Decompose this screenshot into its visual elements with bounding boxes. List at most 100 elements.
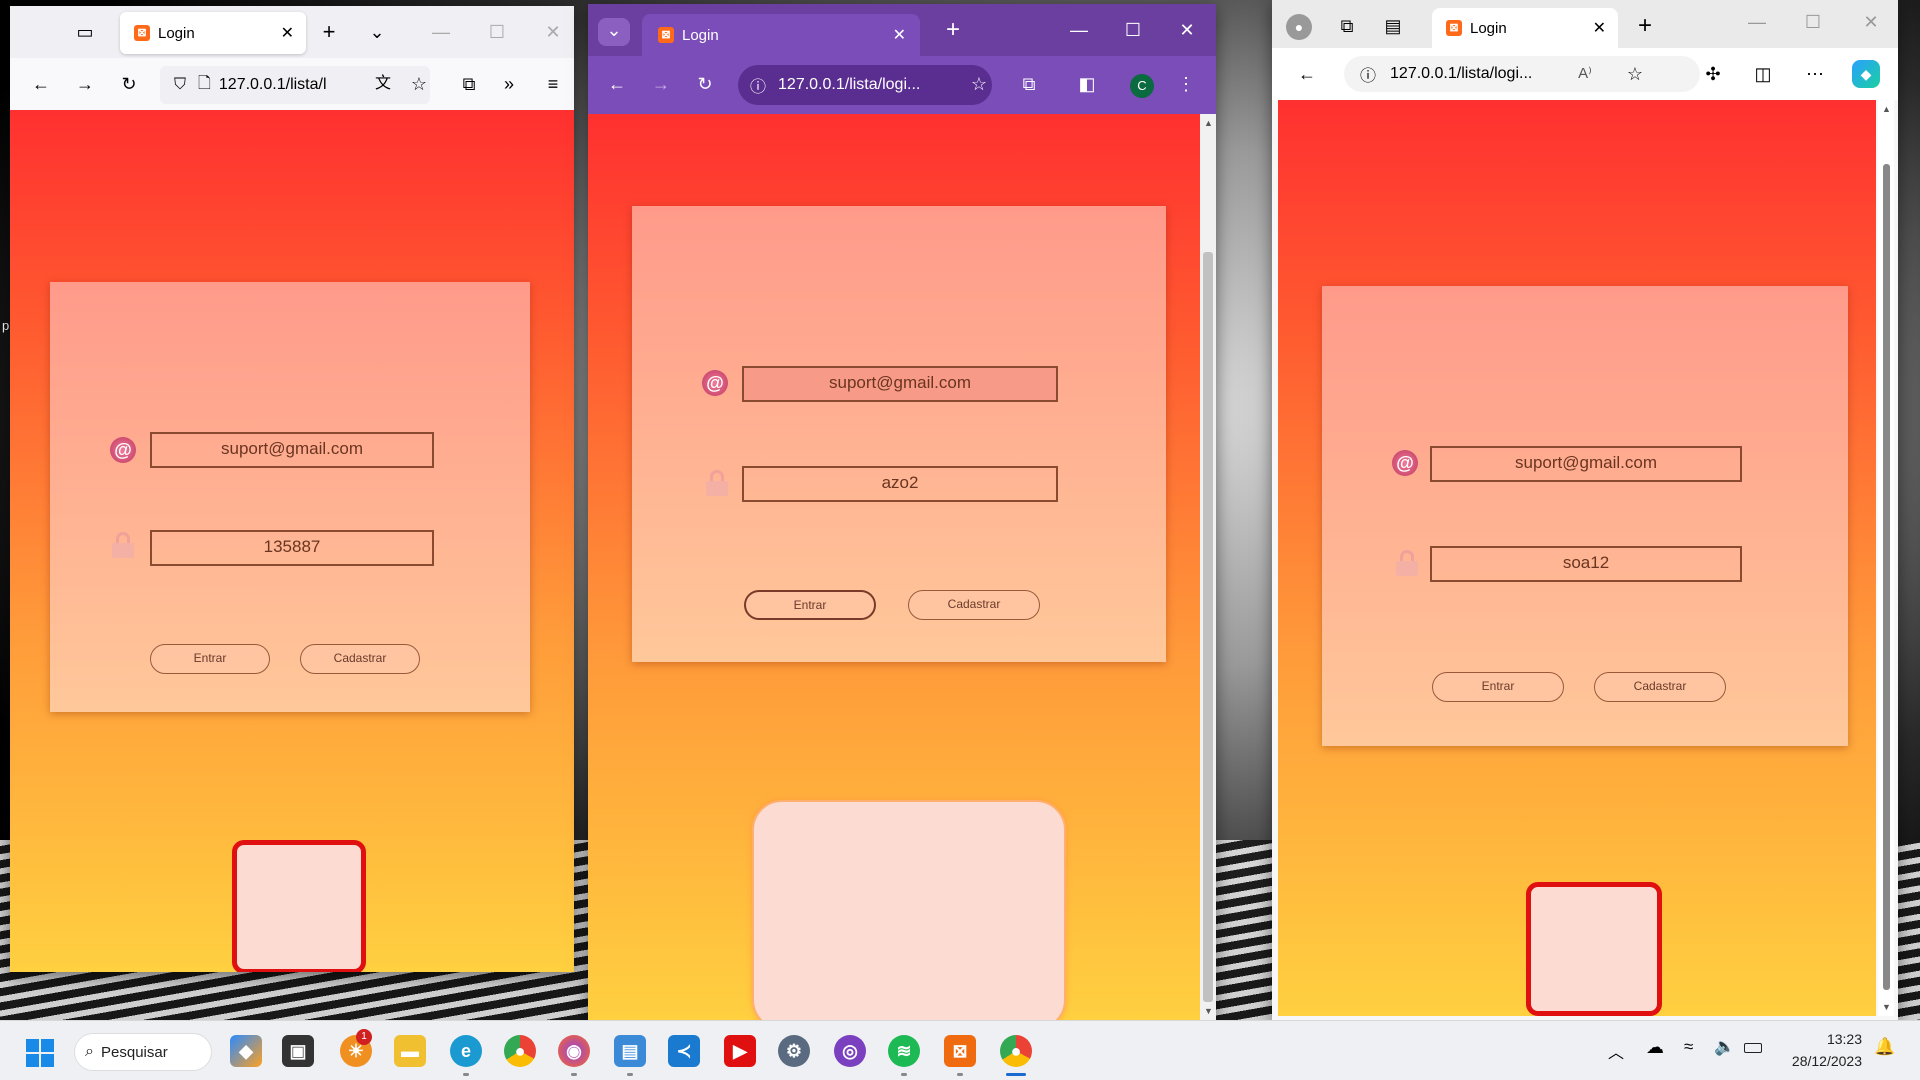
xampp-icon[interactable]: ⊠	[944, 1035, 976, 1067]
vertical-tabs-icon[interactable]: ▤	[1380, 14, 1406, 38]
extensions-icon[interactable]: ⧉	[1016, 72, 1042, 96]
back-arrow-icon[interactable]: ←	[604, 72, 630, 96]
read-aloud-icon[interactable]: A⁾	[1572, 62, 1598, 86]
taskbar-search-box[interactable]: ⌕ Pesquisar	[74, 1033, 212, 1071]
clock-time[interactable]: 13:23	[1822, 1031, 1862, 1047]
show-hidden-icons-chevron[interactable]: ︿	[1608, 1039, 1624, 1063]
task-view-icon[interactable]: ▣	[282, 1035, 314, 1067]
enter-button[interactable]: Entrar	[744, 590, 876, 620]
notification-bell-icon[interactable]: 🔔	[1874, 1037, 1895, 1057]
settings-gear-icon[interactable]: ⚙	[778, 1035, 810, 1067]
firefox-tab-login[interactable]: ⊠ Login ✕	[120, 12, 306, 54]
forward-arrow-icon[interactable]: →	[72, 72, 98, 96]
scroll-thumb[interactable]	[1883, 164, 1890, 990]
tab-search-chevron-icon[interactable]: ⌄	[598, 18, 630, 46]
new-tab-icon[interactable]: +	[316, 20, 342, 44]
reload-icon[interactable]: ↻	[692, 72, 718, 96]
firefox-view-icon[interactable]: ▭	[72, 20, 98, 44]
site-info-icon[interactable]: ⓘ	[750, 73, 766, 97]
login-card: @ suport@gmail.com soa12 Entrar Cadastra…	[1322, 286, 1848, 746]
translate-icon[interactable]: 文	[370, 72, 396, 96]
tab-list-chevron-icon[interactable]: ⌄	[364, 20, 390, 44]
bookmark-star-icon[interactable]: ☆	[966, 72, 992, 96]
email-field[interactable]: suport@gmail.com	[1430, 446, 1742, 482]
decor-tile	[232, 840, 366, 972]
scroll-thumb[interactable]	[1203, 252, 1213, 1002]
extensions-icon[interactable]: ✣	[1700, 62, 1726, 86]
vscode-icon[interactable]: ≺	[668, 1035, 700, 1067]
kebab-menu-icon[interactable]: ⋮	[1176, 72, 1196, 96]
bookmark-star-icon[interactable]: ☆	[406, 72, 432, 96]
close-tab-icon[interactable]: ✕	[281, 23, 294, 43]
youtube-icon[interactable]: ▶	[724, 1035, 756, 1067]
hamburger-menu-icon[interactable]: ≡	[540, 72, 566, 96]
register-button[interactable]: Cadastrar	[300, 644, 420, 674]
register-button[interactable]: Cadastrar	[1594, 672, 1726, 702]
close-tab-icon[interactable]: ✕	[1593, 18, 1606, 38]
copilot-icon[interactable]: ◆	[1852, 60, 1880, 88]
site-info-icon[interactable]: ⓘ	[1360, 62, 1376, 86]
minimize-icon[interactable]: —	[1064, 18, 1094, 42]
back-arrow-icon[interactable]: ←	[28, 72, 54, 96]
maximize-icon[interactable]: ☐	[482, 20, 512, 44]
firefox-taskbar-icon[interactable]: ◉	[558, 1035, 590, 1067]
windows-start-icon[interactable]	[26, 1039, 54, 1067]
email-field[interactable]: suport@gmail.com	[742, 366, 1058, 402]
password-field[interactable]: azo2	[742, 466, 1058, 502]
chrome-taskbar-icon[interactable]: ●	[504, 1035, 536, 1067]
scroll-down-arrow-icon[interactable]: ▼	[1204, 1006, 1213, 1016]
extensions-icon[interactable]: ⧉	[456, 72, 482, 96]
close-tab-icon[interactable]: ✕	[893, 25, 906, 45]
favorite-star-icon[interactable]: ☆	[1622, 62, 1648, 86]
shield-icon[interactable]: ⛉	[174, 76, 186, 94]
wifi-icon[interactable]: ≈	[1684, 1037, 1693, 1057]
enter-button[interactable]: Entrar	[1432, 672, 1564, 702]
password-field[interactable]: 135887	[150, 530, 434, 566]
enter-button[interactable]: Entrar	[150, 644, 270, 674]
notepad-running-indicator	[627, 1073, 633, 1076]
overflow-chevrons-icon[interactable]: »	[496, 72, 522, 96]
more-options-icon[interactable]: ⋯	[1802, 62, 1828, 86]
password-field[interactable]: soa12	[1430, 546, 1742, 582]
new-tab-icon[interactable]: +	[940, 18, 966, 42]
forward-arrow-icon[interactable]: →	[648, 72, 674, 96]
maximize-icon[interactable]: ☐	[1798, 10, 1828, 34]
scroll-up-arrow-icon[interactable]: ▲	[1882, 104, 1891, 114]
file-explorer-icon[interactable]: ▬	[394, 1035, 426, 1067]
chrome-tab-bar: ⌄ ⊠ Login ✕ + — ☐ ✕	[588, 4, 1216, 56]
email-field[interactable]: suport@gmail.com	[150, 432, 434, 468]
scroll-up-arrow-icon[interactable]: ▲	[1204, 118, 1213, 128]
scroll-down-arrow-icon[interactable]: ▼	[1882, 1002, 1891, 1012]
side-panel-icon[interactable]: ◧	[1074, 72, 1100, 96]
reload-icon[interactable]: ↻	[116, 72, 142, 96]
register-button[interactable]: Cadastrar	[908, 590, 1040, 620]
edge-tab-login[interactable]: ⊠ Login ✕	[1432, 8, 1618, 48]
edge-scrollbar[interactable]: ▲ ▼	[1878, 100, 1894, 1016]
copilot-preview-icon[interactable]: ◆	[230, 1035, 262, 1067]
close-window-icon[interactable]: ✕	[1172, 18, 1202, 42]
edge-taskbar-icon[interactable]: e	[450, 1035, 482, 1067]
split-screen-icon[interactable]: ◫	[1750, 62, 1776, 86]
minimize-icon[interactable]: —	[1742, 10, 1772, 34]
profile-avatar-icon[interactable]: ●	[1286, 14, 1312, 40]
github-icon[interactable]: ◎	[834, 1035, 866, 1067]
chrome-profile-taskbar-icon[interactable]: ●	[1000, 1035, 1032, 1067]
maximize-icon[interactable]: ☐	[1118, 18, 1148, 42]
notepad-icon[interactable]: ▤	[614, 1035, 646, 1067]
xampp-favicon-icon: ⊠	[658, 27, 674, 43]
back-arrow-icon[interactable]: ←	[1294, 62, 1320, 86]
chrome-address-bar[interactable]: ⓘ 127.0.0.1/lista/logi...	[738, 65, 992, 105]
chrome-tab-login[interactable]: ⊠ Login ✕	[642, 14, 920, 56]
new-tab-icon[interactable]: +	[1632, 14, 1658, 38]
spotify-icon[interactable]: ≋	[888, 1035, 920, 1067]
workspaces-icon[interactable]: ⧉	[1334, 14, 1360, 38]
onedrive-cloud-icon[interactable]: ☁	[1646, 1037, 1664, 1058]
clock-date[interactable]: 28/12/2023	[1782, 1053, 1862, 1069]
volume-icon[interactable]: 🔈	[1714, 1037, 1735, 1057]
close-window-icon[interactable]: ✕	[538, 20, 568, 44]
profile-avatar[interactable]: C	[1130, 74, 1154, 98]
battery-icon[interactable]	[1744, 1043, 1762, 1053]
chrome-scrollbar[interactable]: ▲ ▼	[1200, 114, 1216, 1020]
close-window-icon[interactable]: ✕	[1856, 10, 1886, 34]
minimize-icon[interactable]: —	[426, 20, 456, 44]
